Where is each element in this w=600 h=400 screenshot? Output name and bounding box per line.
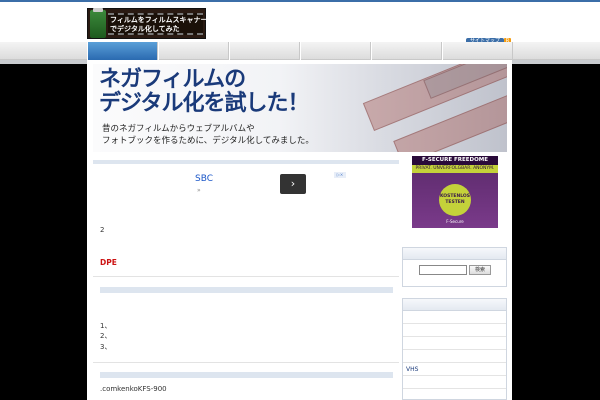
divider (93, 276, 399, 277)
banner-subtitle-line2: フォトブックを作るために、デジタル化してみました。 (102, 136, 314, 146)
ad-sub-icon: » (197, 187, 201, 194)
widget-title (403, 248, 506, 260)
banner-title-line2: デジタル化を試した！ (99, 91, 310, 116)
ad-header-text: F-SECURE FREEDOME (412, 156, 498, 165)
links-widget: VHS (402, 298, 507, 400)
site-header: フィルムをフィルムスキャナー でデジタル化してみた サイトマップ R (0, 0, 600, 45)
body-text: 2 (100, 226, 105, 234)
ad-choices-icon[interactable]: ▷× (334, 172, 346, 178)
ad-next-button[interactable]: › (280, 174, 306, 194)
banner-subtitle-line1: 昔のネガフィルムからウェブアルバムや (102, 124, 255, 134)
ad-cta-badge[interactable]: KOSTENLOS TESTEN (439, 184, 471, 216)
nav-item-6[interactable] (442, 42, 513, 60)
sidebar-link-vhs[interactable]: VHS (403, 363, 506, 376)
list-item: 2、 (100, 332, 112, 340)
nav-item-3[interactable] (229, 42, 300, 60)
section-heading-dpe: DPE (100, 258, 117, 267)
ad-brand: F-Secure (446, 219, 464, 224)
site-logo[interactable]: フィルムをフィルムスキャナー でデジタル化してみた (87, 8, 208, 39)
divider (93, 362, 399, 363)
sidebar-ad-banner[interactable]: F-SECURE FREEDOME PRIVAT. UNVERFOLGBAR. … (412, 156, 498, 228)
ad-tagline: PRIVAT. UNVERFOLGBAR. ANONYM. (412, 165, 498, 173)
ad-unit[interactable]: SBC » › ▷× (130, 168, 348, 198)
search-widget: 検索 (402, 247, 507, 287)
list-item: 1、 (100, 322, 112, 330)
search-input[interactable] (419, 265, 467, 275)
sidebar-link[interactable] (403, 350, 506, 363)
banner-title-line1: ネガフィルムの (99, 67, 246, 92)
sidebar-link[interactable] (403, 324, 506, 337)
body-text: .comkenkoKFS-900 (100, 385, 167, 393)
nav-item-4[interactable] (300, 42, 371, 60)
nav-item-2[interactable] (158, 42, 229, 60)
film-canister-icon (90, 8, 106, 38)
global-nav (0, 42, 600, 60)
list-item: 3、 (100, 343, 112, 351)
sidebar-link[interactable] (403, 311, 506, 324)
ad-cta-line2: TESTEN (445, 200, 465, 205)
nav-item-5[interactable] (371, 42, 442, 60)
widget-title (403, 299, 506, 311)
ad-title-link[interactable]: SBC (195, 174, 213, 184)
content-top-divider (93, 160, 399, 164)
hero-banner[interactable]: ネガフィルムの デジタル化を試した！ 昔のネガフィルムからウェブアルバムや フォ… (93, 64, 507, 152)
sidebar-link[interactable] (403, 376, 506, 389)
section-heading-bar (100, 287, 393, 293)
sidebar-link[interactable] (403, 337, 506, 350)
logo-text-line1: フィルムをフィルムスキャナー (110, 16, 208, 24)
nav-item-1[interactable] (87, 42, 158, 60)
section-heading-bar (100, 372, 393, 378)
search-button[interactable]: 検索 (469, 265, 491, 275)
logo-text-line2: でデジタル化してみた (110, 25, 180, 33)
